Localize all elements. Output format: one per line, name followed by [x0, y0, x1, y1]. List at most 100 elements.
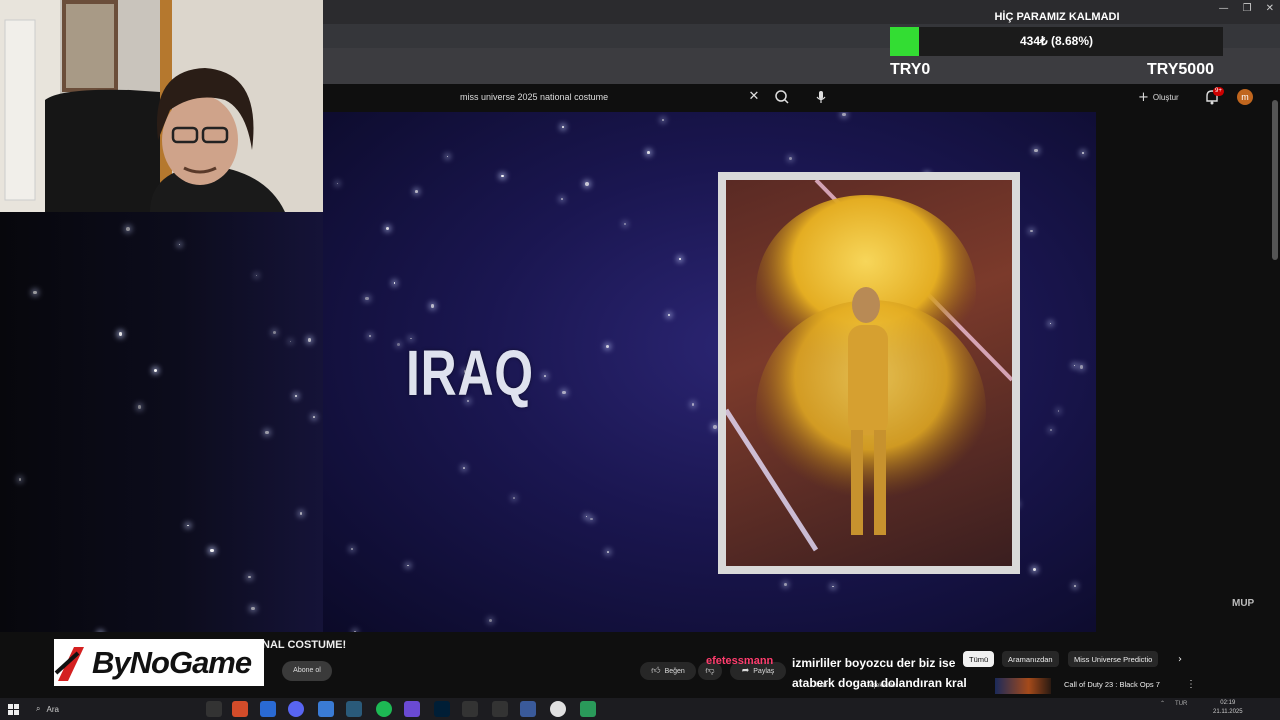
spotify-icon[interactable] [376, 701, 392, 717]
share-icon: ➦ [741, 666, 750, 676]
capcut-icon[interactable] [492, 701, 508, 717]
task-view-icon[interactable] [206, 701, 222, 717]
star [307, 338, 312, 342]
language-indicator[interactable]: TUR [1175, 701, 1187, 707]
discord-icon[interactable] [288, 701, 304, 717]
app3-icon[interactable] [404, 701, 420, 717]
tray-chevron-icon[interactable]: ⌃ [1160, 700, 1165, 707]
star [255, 275, 257, 277]
star [1082, 152, 1085, 155]
photoshop-icon[interactable] [434, 701, 450, 717]
more-options-icon[interactable]: ⋮ [1186, 679, 1196, 690]
star [623, 223, 627, 226]
star [646, 151, 650, 154]
app-icon[interactable] [232, 701, 248, 717]
create-button[interactable]: + Oluştur [1138, 88, 1179, 106]
system-tray[interactable]: ⌃ TUR [1160, 700, 1187, 708]
star [186, 524, 189, 527]
search-icon: ⌕ [36, 704, 41, 713]
star [1032, 567, 1037, 572]
chrome-icon[interactable] [550, 701, 566, 717]
star [1050, 323, 1052, 325]
star [463, 466, 466, 469]
star [1030, 229, 1033, 233]
star [606, 550, 609, 553]
star [543, 375, 546, 378]
clock-time: 02:19 [1220, 700, 1236, 706]
like-button[interactable]: 👍︎ Beğen [640, 662, 696, 680]
app5-icon[interactable] [520, 701, 536, 717]
store-icon[interactable] [260, 701, 276, 717]
star [784, 582, 788, 586]
close-window-button[interactable]: ✕ [1266, 3, 1274, 14]
star [393, 282, 395, 284]
explorer-icon[interactable] [318, 701, 334, 717]
chip-predictions[interactable]: Miss Universe Predictio [1068, 651, 1159, 667]
star [299, 512, 303, 516]
star [178, 244, 181, 246]
bynogame-logo: ByNoGame [54, 639, 264, 686]
star [414, 190, 418, 193]
account-avatar[interactable]: m [1237, 89, 1253, 105]
star [661, 119, 664, 122]
star [430, 304, 435, 308]
minimize-button[interactable]: — [1219, 3, 1229, 14]
star [153, 368, 158, 373]
star [1073, 365, 1075, 367]
search-query: miss universe 2025 national costume [460, 92, 609, 102]
recommended-title[interactable]: Call of Duty 23 : Black Ops 7 [1064, 680, 1160, 689]
star [125, 226, 130, 231]
star [713, 425, 718, 429]
contestant-photo [726, 180, 1012, 566]
star [585, 181, 589, 186]
star [501, 174, 505, 178]
star [290, 340, 292, 342]
taskbar-search[interactable]: ⌕ Ara [30, 700, 190, 718]
star [295, 394, 298, 397]
video-title: NAL COSTUME! [262, 639, 347, 651]
chips-next-chevron-icon[interactable]: › [1172, 651, 1188, 667]
taskbar-clock[interactable]: 02:19 21.11.2025 [1213, 699, 1243, 717]
windows-start-icon[interactable] [8, 703, 20, 715]
app6-icon[interactable] [580, 701, 596, 717]
microphone-icon[interactable] [812, 88, 830, 106]
star [312, 415, 315, 418]
page-scrollbar[interactable] [1272, 100, 1278, 260]
app2-icon[interactable] [346, 701, 362, 717]
star [1049, 428, 1053, 431]
like-label: Beğen [664, 667, 685, 675]
star [667, 314, 670, 317]
search-icon[interactable] [772, 88, 792, 106]
star [407, 564, 410, 567]
star [589, 517, 593, 521]
star [691, 403, 695, 406]
app4-icon[interactable] [462, 701, 478, 717]
clear-search-icon[interactable]: ✕ [747, 88, 761, 106]
star [251, 606, 255, 611]
recommended-thumbnail[interactable] [995, 678, 1051, 694]
star [842, 112, 846, 117]
star [605, 344, 610, 349]
notification-badge: 9+ [1213, 87, 1224, 96]
star [248, 576, 251, 579]
star [265, 430, 270, 435]
star [488, 618, 493, 623]
chat-username: efetessmann [706, 655, 774, 667]
share-label: Paylaş [753, 667, 775, 675]
subscribe-button[interactable]: Abone ol [282, 661, 332, 681]
chip-from-search[interactable]: Aramanızdan [1002, 651, 1059, 667]
screen: — ❐ ✕ miss universe 2025 national costum… [0, 0, 1280, 720]
star [832, 586, 834, 588]
star [386, 226, 390, 230]
create-label: Oluştur [1152, 92, 1179, 102]
streamer-webcam [0, 0, 323, 212]
secondary-panel [1096, 112, 1280, 632]
star [33, 290, 37, 295]
search-input[interactable]: miss universe 2025 national costume [450, 86, 798, 108]
video-watermark: MUP [1232, 598, 1255, 609]
maximize-button[interactable]: ❐ [1243, 3, 1252, 14]
country-name: IRAQ [406, 337, 534, 409]
taskbar [0, 698, 1280, 720]
clock-date: 21.11.2025 [1213, 709, 1243, 715]
star [396, 342, 401, 347]
